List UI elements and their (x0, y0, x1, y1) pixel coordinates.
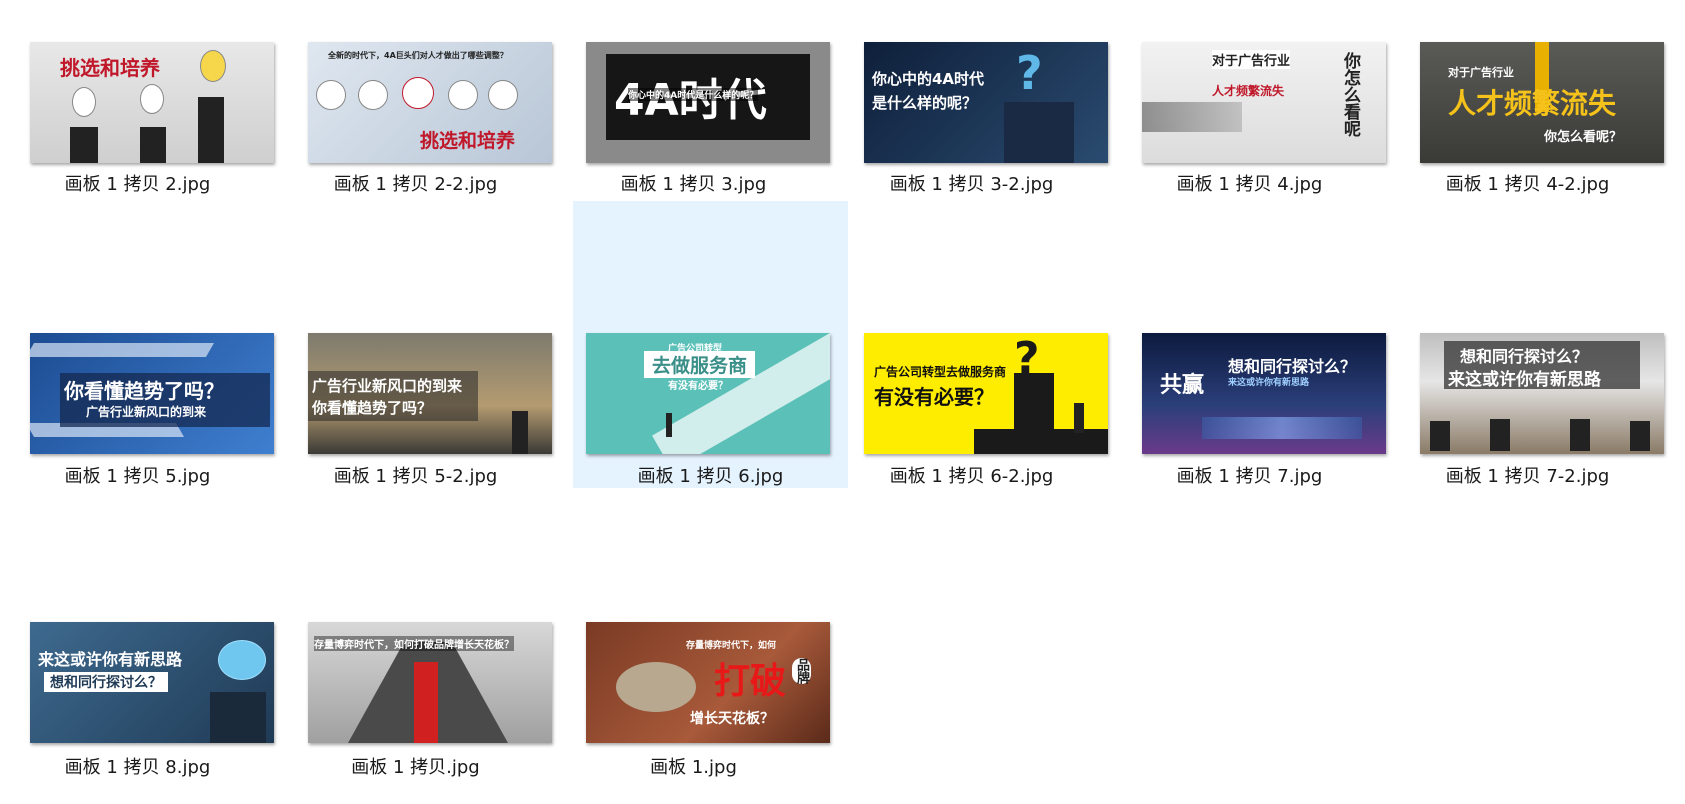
file-name: 画板 1 拷贝 4.jpg (1176, 174, 1323, 195)
person-figure (512, 411, 528, 454)
thumbnail-image[interactable]: 你心中的4A时代 是什么样的呢？ ? (864, 42, 1108, 163)
thumbnail-image[interactable]: 来这或许你有新思路 想和同行探讨么？ (30, 622, 274, 743)
thumbnail-image[interactable]: 广告公司转型 去做服务商 有没有必要？ (586, 333, 830, 454)
thumbnail-image[interactable]: 共赢 想和同行探讨么？ 来这或许你有新思路 (1142, 333, 1386, 454)
file-name: 画板 1.jpg (650, 757, 737, 778)
bulb-icon (140, 84, 164, 114)
file-name: 画板 1 拷贝 4-2.jpg (1445, 174, 1610, 195)
file-item[interactable]: 共赢 想和同行探讨么？ 来这或许你有新思路 画板 1 拷贝 7.jpg (1112, 201, 1387, 488)
file-name: 画板 1 拷贝 3-2.jpg (889, 174, 1054, 195)
thumbnail-image[interactable]: 广告公司转型去做服务商 有没有必要？ ? (864, 333, 1108, 454)
thumbnail-image[interactable]: 想和同行探讨么？ 来这或许你有新思路 (1420, 333, 1664, 454)
thumbnail-image[interactable]: 广告行业新风口的到来 你看懂趋势了吗？ (308, 333, 552, 454)
person-figure (1074, 403, 1084, 433)
person-figure (1430, 421, 1450, 451)
thumbnail-image[interactable]: 存量博弈时代下，如何打破品牌增长天花板？ (308, 622, 552, 743)
person-figure (1630, 421, 1650, 451)
person-figure (1570, 419, 1590, 451)
thumbnail-image[interactable]: 对于广告行业 人才频繁流失 你怎么看呢？ (1420, 42, 1664, 163)
bulb-icon (200, 50, 226, 82)
bulb-icon (72, 87, 96, 117)
thumbnail-image[interactable]: 你看懂趋势了吗？ 广告行业新风口的到来 (30, 333, 274, 454)
file-item[interactable]: 广告行业新风口的到来 你看懂趋势了吗？ 画板 1 拷贝 5-2.jpg (278, 201, 553, 488)
walker-icon (448, 80, 478, 110)
file-name: 画板 1 拷贝 5-2.jpg (333, 466, 498, 487)
file-item[interactable]: 你看懂趋势了吗？ 广告行业新风口的到来 画板 1 拷贝 5.jpg (0, 201, 275, 488)
thumbnail-image[interactable]: 全新的时代下，4A巨头们对人才做出了哪些调整？ 挑选和培养 (308, 42, 552, 163)
file-name: 画板 1 拷贝 6.jpg (637, 466, 784, 487)
file-name: 画板 1 拷贝 2-2.jpg (333, 174, 498, 195)
thumbnail-image[interactable]: 4A时代 你心中的4A时代是什么样的呢？ (586, 42, 830, 163)
file-name: 画板 1 拷贝 3.jpg (620, 174, 767, 195)
person-figure (210, 692, 266, 743)
file-item[interactable]: 来这或许你有新思路 想和同行探讨么？ 画板 1 拷贝 8.jpg (0, 491, 275, 778)
file-item[interactable]: 存量博弈时代下，如何打破品牌增长天花板？ 画板 1 拷贝.jpg (278, 491, 553, 778)
thumbnail-image[interactable]: 对于广告行业 人才频繁流失 你怎么看呢 (1142, 42, 1386, 163)
person-figure (1490, 419, 1510, 451)
walker-icon (488, 80, 518, 110)
thumbnail-image[interactable]: 存量博弈时代下，如何 打破 品牌 增长天花板？ (586, 622, 830, 743)
file-name: 画板 1 拷贝 7-2.jpg (1445, 466, 1610, 487)
brain-icon (218, 640, 266, 680)
file-item-selected[interactable]: 广告公司转型 去做服务商 有没有必要？ 画板 1 拷贝 6.jpg (573, 201, 848, 488)
file-name: 画板 1 拷贝 7.jpg (1176, 466, 1323, 487)
file-name: 画板 1 拷贝.jpg (351, 757, 480, 778)
file-item[interactable]: 广告公司转型去做服务商 有没有必要？ ? 画板 1 拷贝 6-2.jpg (834, 201, 1109, 488)
walker-icon (358, 80, 388, 110)
walker-icon (316, 80, 346, 110)
file-name: 画板 1 拷贝 2.jpg (64, 174, 211, 195)
file-name: 画板 1 拷贝 6-2.jpg (889, 466, 1054, 487)
thumbnail-image[interactable]: 挑选和培养 (30, 42, 274, 163)
person-figure (140, 127, 166, 163)
file-name: 画板 1 拷贝 5.jpg (64, 466, 211, 487)
person-figure (1004, 102, 1074, 163)
person-figure (198, 97, 224, 163)
file-item[interactable]: 想和同行探讨么？ 来这或许你有新思路 画板 1 拷贝 7-2.jpg (1390, 201, 1665, 488)
file-item[interactable]: 存量博弈时代下，如何 打破 品牌 增长天花板？ 画板 1.jpg (556, 491, 831, 778)
person-figure (666, 413, 672, 437)
file-name: 画板 1 拷贝 8.jpg (64, 757, 211, 778)
person-figure (70, 127, 98, 163)
walker-icon (402, 77, 434, 109)
